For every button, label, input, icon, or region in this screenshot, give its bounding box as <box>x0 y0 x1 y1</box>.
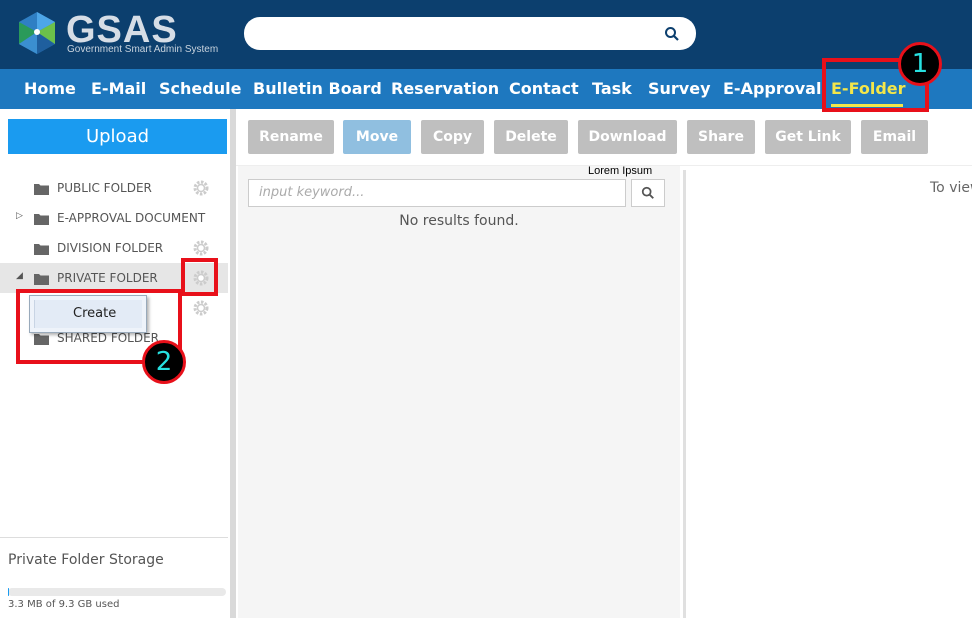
nav-contact[interactable]: Contact <box>509 79 579 98</box>
upload-button[interactable]: Upload <box>8 119 227 154</box>
step-badge-2: 2 <box>142 340 186 384</box>
keyword-search-input[interactable]: input keyword... <box>248 179 626 207</box>
step-badge-1: 1 <box>898 42 942 86</box>
email-button[interactable]: Email <box>861 120 928 154</box>
detail-hint-text: To view <box>930 180 972 196</box>
storage-used-text: 3.3 MB of 9.3 GB used <box>8 599 120 610</box>
storage-progress-fill <box>8 588 9 596</box>
keyword-search-button[interactable] <box>631 179 665 207</box>
gear-icon[interactable] <box>192 299 210 317</box>
storage-title: Private Folder Storage <box>8 552 164 568</box>
search-icon <box>641 186 654 199</box>
gsas-logo[interactable]: GSAS Government Smart Admin System <box>14 10 224 58</box>
empty-results-text: No results found. <box>399 213 519 229</box>
folder-public[interactable]: PUBLIC FOLDER <box>0 173 228 203</box>
highlight-box-gear <box>181 258 218 296</box>
share-button[interactable]: Share <box>687 120 755 154</box>
folder-label: PUBLIC FOLDER <box>57 181 152 195</box>
nav-e-approval[interactable]: E-Approval <box>723 79 821 98</box>
copy-button[interactable]: Copy <box>421 120 484 154</box>
nav-reservation[interactable]: Reservation <box>391 79 499 98</box>
splitter-line <box>683 170 686 618</box>
folder-icon <box>34 244 49 255</box>
folder-e-approval-document[interactable]: ▷ E-APPROVAL DOCUMENT <box>0 203 228 233</box>
nav-home[interactable]: Home <box>24 79 76 98</box>
gear-icon[interactable] <box>192 239 210 257</box>
file-list-pane <box>238 166 680 618</box>
delete-button[interactable]: Delete <box>494 120 568 154</box>
file-toolbar: Rename Move Copy Delete Download Share G… <box>236 109 972 166</box>
rename-button[interactable]: Rename <box>248 120 334 154</box>
folder-label: PRIVATE FOLDER <box>57 271 158 285</box>
logo-icon <box>19 12 55 54</box>
nav-survey[interactable]: Survey <box>648 79 711 98</box>
storage-progress-bar <box>8 588 226 596</box>
global-search-input[interactable] <box>244 17 696 50</box>
collapse-arrow-icon[interactable]: ◢ <box>16 271 23 281</box>
folder-icon <box>34 184 49 195</box>
expand-arrow-icon[interactable]: ▷ <box>16 211 23 221</box>
gear-icon[interactable] <box>192 179 210 197</box>
divider <box>0 537 228 538</box>
nav-schedule[interactable]: Schedule <box>159 79 241 98</box>
get-link-button[interactable]: Get Link <box>765 120 851 154</box>
search-icon[interactable] <box>664 26 680 42</box>
nav-email[interactable]: E-Mail <box>91 79 146 98</box>
tooltip-text: Lorem Ipsum <box>588 165 653 177</box>
download-button[interactable]: Download <box>578 120 677 154</box>
nav-bulletin-board[interactable]: Bulletin Board <box>253 79 382 98</box>
folder-label: DIVISION FOLDER <box>57 241 164 255</box>
move-button[interactable]: Move <box>343 120 411 154</box>
sidebar-splitter[interactable] <box>230 109 236 618</box>
detail-pane <box>688 166 972 618</box>
folder-icon <box>34 274 49 285</box>
nav-task[interactable]: Task <box>592 79 632 98</box>
folder-label: E-APPROVAL DOCUMENT <box>57 211 206 225</box>
logo-subtitle: Government Smart Admin System <box>67 44 219 55</box>
folder-icon <box>34 214 49 225</box>
